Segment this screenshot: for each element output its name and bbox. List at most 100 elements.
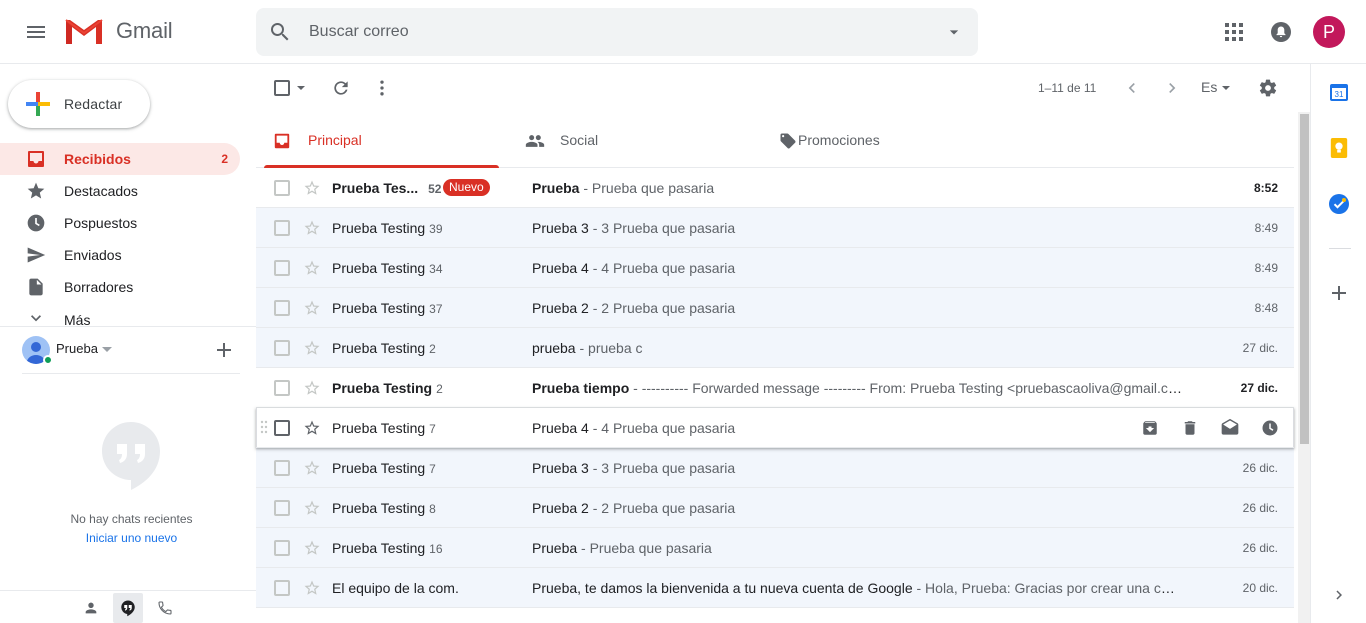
email-row[interactable]: Prueba Testing 39 Prueba 3 - 3 Prueba que…	[256, 208, 1294, 248]
email-sender: Prueba Testing 7	[332, 460, 436, 476]
input-tools-button[interactable]: Es	[1201, 79, 1217, 95]
tab-principal[interactable]: Principal	[256, 112, 499, 168]
mark-as-read-button[interactable]	[1220, 418, 1240, 438]
settings-button[interactable]	[1258, 78, 1278, 98]
row-checkbox[interactable]	[274, 340, 290, 356]
star-outline-icon[interactable]	[303, 459, 321, 477]
row-checkbox[interactable]	[274, 300, 290, 316]
newer-button[interactable]	[1122, 78, 1142, 98]
star-icon	[27, 182, 45, 199]
contacts-button[interactable]	[76, 593, 106, 623]
email-row[interactable]: Prueba Testing 7 Prueba 4 - 4 Prueba que …	[256, 408, 1294, 448]
search-options-button[interactable]	[944, 22, 964, 42]
select-menu-button[interactable]	[296, 83, 306, 93]
get-addons-button[interactable]	[1329, 283, 1349, 303]
email-row[interactable]: Prueba Testing 7 Prueba 3 - 3 Prueba que …	[256, 448, 1294, 488]
star-outline-icon[interactable]	[303, 259, 321, 277]
tag-icon	[780, 133, 796, 149]
open-envelope-icon	[1221, 418, 1239, 435]
apps-button[interactable]	[1214, 12, 1254, 52]
search-bar[interactable]	[256, 8, 978, 56]
gmail-logo[interactable]: Gmail	[64, 16, 173, 46]
sidebar-item-enviados[interactable]: Enviados	[0, 239, 240, 271]
star-outline-icon[interactable]	[303, 299, 321, 317]
star-outline-icon[interactable]	[303, 379, 321, 397]
email-row[interactable]: Prueba Testing 34 Prueba 4 - 4 Prueba que…	[256, 248, 1294, 288]
email-row[interactable]: Prueba Testing 16 Prueba - Prueba que pas…	[256, 528, 1294, 568]
star-outline-icon[interactable]	[303, 339, 321, 357]
calendar-button[interactable]: 31	[1329, 82, 1349, 102]
add-chat-icon[interactable]	[216, 342, 232, 358]
email-sender: Prueba Testing 2	[332, 380, 443, 396]
row-checkbox[interactable]	[274, 580, 290, 596]
pagination-text: 1–11 de 11	[1038, 81, 1097, 95]
draft-icon	[29, 278, 43, 296]
tab-promociones[interactable]: Promociones	[762, 112, 1004, 168]
star-outline-icon[interactable]	[303, 179, 321, 197]
email-row[interactable]: El equipo de la com. Prueba, te damos la…	[256, 568, 1294, 608]
thread-count: 7	[429, 422, 436, 436]
compose-button[interactable]: Redactar	[8, 80, 150, 128]
row-checkbox[interactable]	[274, 460, 290, 476]
row-checkbox[interactable]	[274, 220, 290, 236]
notifications-button[interactable]	[1261, 12, 1301, 52]
row-checkbox[interactable]	[274, 180, 290, 196]
drag-handle-icon[interactable]	[260, 420, 268, 434]
email-subject: Prueba - Prueba que pasaria	[532, 180, 715, 196]
email-row[interactable]: Prueba Tes... 52 Nuevo Prueba - Prueba qu…	[256, 168, 1294, 208]
main-menu-button[interactable]	[16, 12, 56, 52]
row-checkbox[interactable]	[274, 260, 290, 276]
keep-button[interactable]	[1329, 138, 1349, 158]
tab-social[interactable]: Social	[508, 112, 750, 168]
caret-down-icon	[297, 86, 305, 90]
delete-button[interactable]	[1180, 418, 1200, 438]
show-side-panel-button[interactable]	[1329, 585, 1349, 605]
star-outline-icon[interactable]	[303, 539, 321, 557]
star-outline-icon[interactable]	[303, 579, 321, 597]
sidebar-item-mas[interactable]: Más	[0, 304, 240, 328]
row-checkbox[interactable]	[274, 540, 290, 556]
snooze-button[interactable]	[1260, 418, 1280, 438]
email-row[interactable]: Prueba Testing 2 prueba - prueba c 27 dic…	[256, 328, 1294, 368]
caret-down-icon[interactable]	[102, 347, 112, 353]
row-checkbox[interactable]	[274, 500, 290, 516]
app-name: Gmail	[116, 18, 173, 43]
star-outline-icon[interactable]	[303, 219, 321, 237]
select-all-checkbox[interactable]	[274, 80, 290, 96]
search-icon[interactable]	[268, 20, 292, 44]
sidebar-item-recibidos[interactable]: Recibidos 2	[0, 143, 240, 175]
older-button[interactable]	[1162, 78, 1182, 98]
email-sender: El equipo de la com.	[332, 580, 459, 596]
account-avatar[interactable]: P	[1313, 16, 1345, 48]
email-row[interactable]: Prueba Testing 37 Prueba 2 - 2 Prueba que…	[256, 288, 1294, 328]
sidebar-item-pospuestos[interactable]: Pospuestos	[0, 207, 240, 239]
tasks-button[interactable]	[1329, 194, 1349, 214]
phone-button[interactable]	[150, 593, 180, 623]
star-outline-icon[interactable]	[303, 499, 321, 517]
star-outline-icon[interactable]	[303, 419, 321, 437]
archive-button[interactable]	[1140, 418, 1160, 438]
email-date: 8:49	[1254, 221, 1278, 235]
sidebar-item-borradores[interactable]: Borradores	[0, 271, 240, 303]
sidebar-item-destacados[interactable]: Destacados	[0, 175, 240, 207]
email-row[interactable]: Prueba Testing 8 Prueba 2 - 2 Prueba que …	[256, 488, 1294, 528]
sidebar-item-label: Borradores	[64, 279, 134, 295]
more-options-button[interactable]	[372, 78, 392, 98]
scrollbar-thumb[interactable]	[1300, 114, 1309, 444]
refresh-button[interactable]	[331, 78, 351, 98]
email-row[interactable]: Prueba Testing 2 Prueba tiempo - --------…	[256, 368, 1294, 408]
row-checkbox[interactable]	[274, 380, 290, 396]
list-scrollbar[interactable]	[1298, 112, 1310, 623]
conversations-button[interactable]	[113, 593, 143, 623]
email-sender: Prueba Testing 7	[332, 420, 436, 436]
row-checkbox[interactable]	[274, 420, 290, 436]
email-subject: Prueba tiempo - ---------- Forwarded mes…	[532, 380, 1182, 396]
clock-icon	[1262, 420, 1278, 436]
input-tools-menu[interactable]	[1221, 83, 1231, 93]
hangouts-bottom-bar	[0, 590, 256, 623]
search-input[interactable]	[309, 20, 909, 44]
start-new-chat-link[interactable]: Iniciar uno nuevo	[0, 531, 263, 545]
email-sender: Prueba Testing 39	[332, 220, 443, 236]
email-subject: Prueba 3 - 3 Prueba que pasaria	[532, 460, 736, 476]
hangouts-user[interactable]: Prueba	[22, 336, 240, 366]
